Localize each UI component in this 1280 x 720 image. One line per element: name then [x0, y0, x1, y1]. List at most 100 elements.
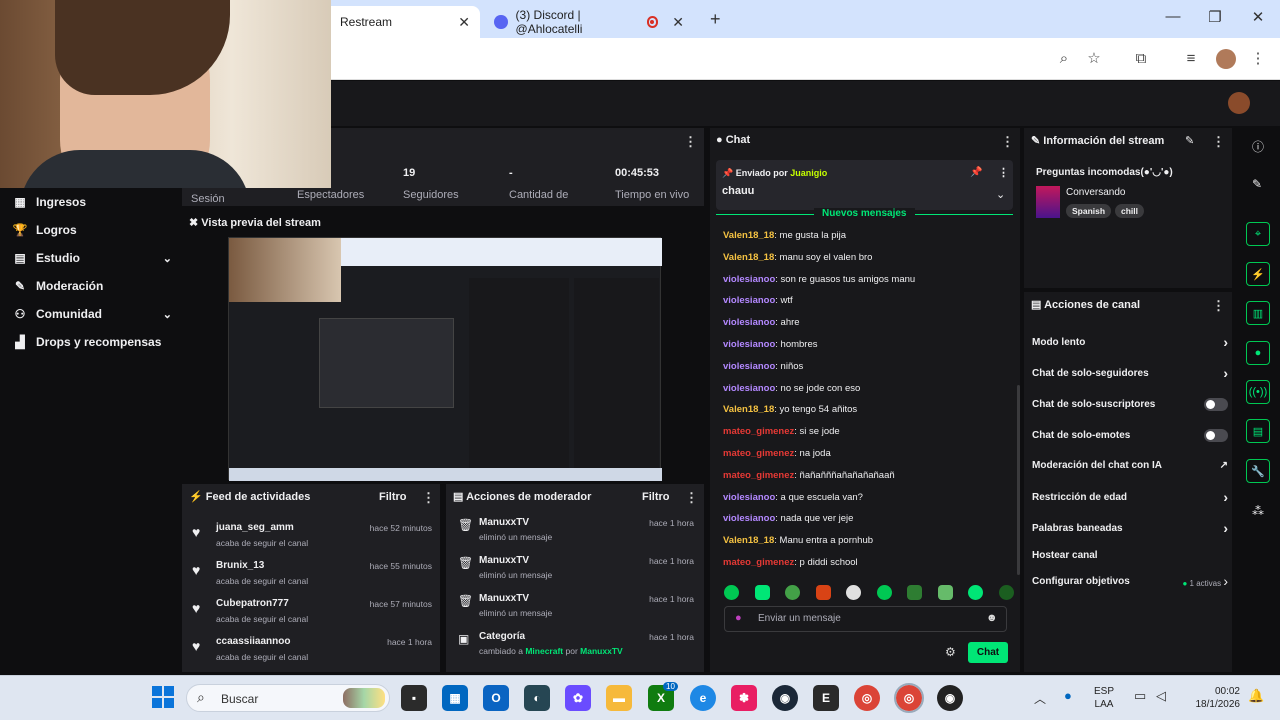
emote-icon[interactable]	[846, 584, 862, 600]
bookmark-star-icon[interactable]: ☆	[1083, 48, 1105, 70]
profile-avatar[interactable]	[1216, 49, 1236, 69]
chat-message[interactable]: Valen18_18: yo tengo 54 añitos	[723, 404, 857, 415]
chat-message[interactable]: mateo_gimenez: na joda	[723, 448, 831, 459]
chat-message[interactable]: mateo_gimenez: p diddi school	[723, 557, 858, 568]
chat-username[interactable]: violesianoo	[723, 295, 775, 306]
emote-icon[interactable]	[937, 584, 953, 600]
chat-message[interactable]: violesianoo: a que escuela van?	[723, 492, 863, 503]
list-item[interactable]: ♥ ccaassiiaannoo acaba de seguir el cana…	[192, 634, 432, 670]
action-host-channel[interactable]: Hostear canal	[1032, 545, 1228, 565]
obs-icon[interactable]: ◉	[937, 685, 963, 711]
emote-only-toggle[interactable]	[1204, 428, 1228, 442]
pinned-user[interactable]: Juanigio	[790, 168, 827, 178]
chat-username[interactable]: Valen18_18	[723, 230, 774, 241]
chat-menu-icon[interactable]: ⋮	[1001, 134, 1014, 150]
chrome-icon[interactable]: ◎	[854, 685, 880, 711]
mod-menu-icon[interactable]: ⋮	[685, 490, 698, 506]
sidebar-item-drops[interactable]: ▟ Drops y recompensas	[12, 328, 172, 356]
window-close-button[interactable]: ✕	[1243, 8, 1273, 26]
sidebar-item-comunidad[interactable]: ⚇ Comunidad ⌄	[12, 300, 172, 328]
zoom-icon[interactable]: ⌕	[1053, 48, 1075, 70]
store-icon[interactable]: ▦	[442, 685, 468, 711]
epic-games-icon[interactable]: E	[813, 685, 839, 711]
chat-username[interactable]: violesianoo	[723, 492, 775, 503]
chat-username[interactable]: violesianoo	[723, 339, 775, 350]
chat-username[interactable]: Valen18_18	[723, 535, 774, 546]
chat-message[interactable]: violesianoo: no se jode con eso	[723, 383, 860, 394]
action-followers-only[interactable]: Chat de solo-seguidores ›	[1032, 363, 1228, 383]
file-explorer-icon[interactable]: ▬	[606, 685, 632, 711]
chat-message[interactable]: mateo_gimenez: ñañañññañañañañaañ	[723, 470, 895, 481]
user-avatar[interactable]	[1228, 92, 1250, 114]
list-item[interactable]: 🗑 ManuxxTV eliminó un mensaje hace 1 hor…	[456, 552, 696, 588]
clock[interactable]: 00:02 18/1/2026	[1180, 685, 1241, 711]
stats-menu-icon[interactable]: ⋮	[684, 134, 697, 150]
chat-message[interactable]: violesianoo: wtf	[723, 295, 793, 306]
volume-icon[interactable]: ◁	[1156, 688, 1166, 704]
sidebar-item-ingresos[interactable]: ▦ Ingresos	[12, 188, 172, 216]
browser-menu-icon[interactable]: ⋮	[1247, 48, 1269, 70]
share-icon[interactable]: ⁂	[1252, 504, 1264, 518]
chevron-up-icon[interactable]: ︿	[1034, 690, 1046, 707]
chat-message[interactable]: violesianoo: hombres	[723, 339, 818, 350]
chat-scrollbar[interactable]	[1017, 385, 1020, 575]
action-slow-mode[interactable]: Modo lento ›	[1032, 332, 1228, 352]
tag-chip[interactable]: chill	[1115, 204, 1145, 218]
chat-message[interactable]: mateo_gimenez: si se jode	[723, 426, 840, 437]
edit-icon[interactable]: ✎	[1185, 134, 1194, 147]
notifications-icon[interactable]: 🔔	[1248, 688, 1264, 704]
chat-username[interactable]: violesianoo	[723, 361, 775, 372]
chat-message[interactable]: Valen18_18: manu soy el valen bro	[723, 252, 872, 263]
sidebar-item-estudio[interactable]: ▤ Estudio ⌄	[12, 244, 172, 272]
activity-filter-button[interactable]: Filtro	[379, 491, 407, 503]
network-icon[interactable]: ▭	[1134, 688, 1146, 704]
pinned-message[interactable]: 📌 Enviado por Juanigio chauu 📌 ⋮ ⌄	[716, 160, 1013, 210]
extensions-icon[interactable]: ⧉	[1130, 48, 1152, 70]
emote-icon[interactable]	[754, 584, 770, 600]
stream-info-menu-icon[interactable]: ⋮	[1212, 134, 1225, 150]
app-icon[interactable]: ◐	[524, 685, 550, 711]
emote-icon[interactable]	[968, 584, 984, 600]
chat-message[interactable]: violesianoo: son re guasos tus amigos ma…	[723, 274, 915, 285]
emote-icon[interactable]	[998, 584, 1014, 600]
emote-picker-icon[interactable]: ☻	[986, 612, 998, 624]
layout-icon[interactable]: ▤	[1246, 419, 1270, 443]
mod-filter-button[interactable]: Filtro	[642, 491, 670, 503]
sidebar-item-logros[interactable]: 🏆 Logros	[12, 216, 172, 244]
chat-username[interactable]: mateo_gimenez	[723, 448, 794, 459]
close-tab-icon[interactable]: ✕	[458, 14, 470, 31]
wrench-icon[interactable]: 🔧	[1246, 459, 1270, 483]
minimize-button[interactable]: —	[1158, 8, 1188, 25]
chat-username[interactable]: Valen18_18	[723, 404, 774, 415]
windows-start-icon[interactable]	[152, 686, 174, 708]
action-age-restriction[interactable]: Restricción de edad ›	[1032, 487, 1228, 507]
chat-send-button[interactable]: Chat	[968, 642, 1008, 663]
language-indicator[interactable]: ESP LAA	[1094, 685, 1114, 711]
category-user-link[interactable]: ManuxxTV	[580, 646, 623, 656]
pin-icon[interactable]: 📌	[970, 167, 982, 178]
emote-icon[interactable]	[785, 584, 801, 600]
chat-username[interactable]: Valen18_18	[723, 252, 774, 263]
emote-icon[interactable]	[907, 584, 923, 600]
new-tab-button[interactable]: +	[710, 9, 721, 30]
chat-username[interactable]: violesianoo	[723, 513, 775, 524]
stream-preview-video[interactable]	[228, 237, 662, 481]
activity-menu-icon[interactable]: ⋮	[422, 490, 435, 506]
chat-input[interactable]: ● Enviar un mensaje ☻	[724, 606, 1007, 632]
media-control-icon[interactable]: ≡	[1180, 48, 1202, 70]
emote-icon[interactable]	[724, 584, 739, 600]
category-boxart[interactable]	[1036, 186, 1060, 218]
copilot-icon[interactable]: ✿	[565, 685, 591, 711]
chat-settings-icon[interactable]: ⚙	[945, 645, 956, 659]
chat-message[interactable]: violesianoo: nada que ver jeje	[723, 513, 853, 524]
stream-category[interactable]: Conversando	[1066, 187, 1125, 198]
emote-icon[interactable]	[815, 584, 831, 600]
sidebar-item-moderacion[interactable]: ✎ Moderación	[12, 272, 172, 300]
chat-username[interactable]: mateo_gimenez	[723, 470, 794, 481]
broadcast-icon[interactable]: ((•))	[1246, 380, 1270, 404]
chat-username[interactable]: mateo_gimenez	[723, 426, 794, 437]
microphone-icon[interactable]: ●	[735, 612, 742, 624]
edge-icon[interactable]: e	[690, 685, 716, 711]
action-banned-words[interactable]: Palabras baneadas ›	[1032, 518, 1228, 538]
close-tab-icon[interactable]: ✕	[672, 14, 684, 31]
